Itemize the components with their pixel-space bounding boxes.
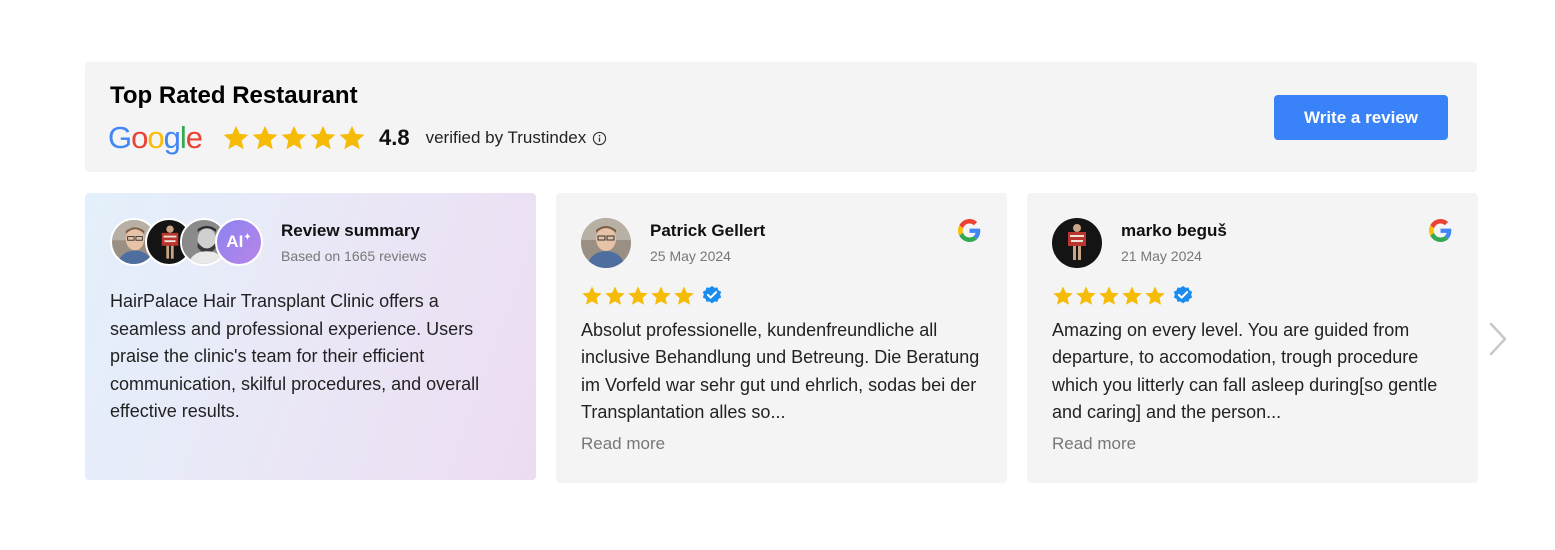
review-text: Absolut professionelle, kundenfreundlich… [581,320,980,422]
header-title: Top Rated Restaurant [110,82,358,109]
star-icon [1075,285,1097,307]
avatar [1052,218,1102,268]
verified-badge-icon [1172,285,1194,307]
review-date: 25 May 2024 [650,248,731,264]
ai-avatar: AI ✦ [215,218,263,266]
review-card: marko beguš 21 May 2024 Amazing on every… [1027,193,1478,483]
avatar-stack: AI ✦ [110,218,270,268]
ai-badge-label: AI [226,232,244,251]
review-card: Patrick Gellert 25 May 2024 Absolut prof… [556,193,1007,483]
svg-text:Google: Google [108,120,202,155]
reviewer-name[interactable]: Patrick Gellert [650,221,765,241]
verified-badge-icon [701,285,723,307]
star-icon [338,124,366,152]
read-more-link[interactable]: Read more [581,434,665,454]
star-icon [1098,285,1120,307]
star-icon [222,124,250,152]
header-bar: Top Rated Restaurant Google 4.8 verified… [85,62,1477,172]
reviewer-name[interactable]: marko beguš [1121,221,1227,241]
verified-by-text: verified by Trustindex [425,128,587,147]
star-icon [650,285,672,307]
write-review-button[interactable]: Write a review [1274,95,1448,140]
star-icon [673,285,695,307]
review-summary-card: AI ✦ Review summary Based on 1665 reviews… [85,193,536,480]
summary-text: HairPalace Hair Transplant Clinic offers… [110,291,480,421]
star-icon [251,124,279,152]
star-icon [627,285,649,307]
review-star-rating [1052,285,1194,307]
google-g-icon [1429,219,1452,242]
rating-score: 4.8 [379,125,410,150]
avatar [581,218,631,268]
review-star-rating [581,285,723,307]
star-icon [1052,285,1074,307]
google-g-icon [958,219,981,242]
star-icon [1144,285,1166,307]
summary-title: Review summary [281,221,420,240]
chevron-right-icon[interactable] [1488,322,1508,356]
star-icon [280,124,308,152]
star-icon [309,124,337,152]
star-icon [604,285,626,307]
google-logo: Google [108,120,203,155]
header-star-rating [222,124,367,152]
sparkle-icon: ✦ [243,231,252,243]
review-text: Amazing on every level. You are guided f… [1052,320,1438,422]
review-date: 21 May 2024 [1121,248,1202,264]
star-icon [1121,285,1143,307]
info-icon[interactable] [592,131,607,146]
summary-subtitle: Based on 1665 reviews [281,248,427,264]
star-icon [581,285,603,307]
rating-row: Google 4.8 verified by Trustindex [108,120,607,156]
read-more-link[interactable]: Read more [1052,434,1136,454]
